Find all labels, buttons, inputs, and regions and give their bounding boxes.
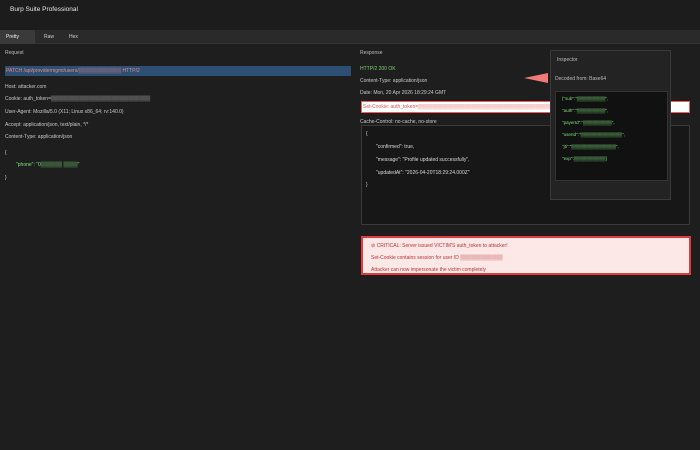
response-body-confirmed[interactable]: "confirmed": true, bbox=[376, 144, 414, 150]
request-body-open: { bbox=[5, 150, 7, 156]
alert-line-critical: ⊘ CRITICAL: Server issued VICTIM'S auth_… bbox=[371, 243, 508, 249]
request-body-close: } bbox=[5, 175, 7, 181]
inspector-line[interactable]: "payerId":"▒▒▒▒▒▒▒▒▒", bbox=[562, 120, 615, 125]
request-body-field[interactable]: "phone": "0▒▒▒▒▒▒ ▒▒▒▒" bbox=[16, 162, 79, 168]
response-date[interactable]: Date: Mon, 20 Apr 2026 18:29:24 GMT bbox=[360, 90, 446, 96]
request-line[interactable]: PATCH /api/providermgmt/users/▒▒▒▒▒▒▒▒▒▒… bbox=[6, 68, 140, 74]
request-user-agent[interactable]: User-Agent: Mozilla/5.0 (X11; Linux x86_… bbox=[5, 109, 124, 115]
window-title: Burp Suite Professional bbox=[10, 6, 78, 13]
inspector-line[interactable]: {"sub":"▒▒▒▒▒▒▒▒▒", bbox=[562, 96, 608, 101]
alert-line-set-cookie: Set-Cookie contains session for user ID … bbox=[371, 255, 503, 261]
response-content-type[interactable]: Content-Type: application/json bbox=[360, 78, 427, 84]
request-body-value: : "0▒▒▒▒▒▒ ▒▒▒▒" bbox=[33, 162, 80, 168]
request-host[interactable]: Host: attacker.com bbox=[5, 84, 46, 90]
request-panel: Request PATCH /api/providermgmt/users/▒▒… bbox=[0, 44, 355, 450]
response-body-updated[interactable]: "updatedAt": "2026-04-20T18:29:24.000Z" bbox=[376, 170, 470, 176]
alert-line-impersonate: Attacker can now impersonate the victim … bbox=[371, 267, 487, 273]
response-header: Response bbox=[360, 50, 383, 56]
view-tabs: Pretty Raw Hex bbox=[0, 30, 700, 44]
inspector-panel: Inspector Decoded from: Base64 {"sub":"▒… bbox=[550, 50, 671, 200]
inspector-title: Inspector bbox=[557, 57, 578, 63]
request-header: Request bbox=[5, 50, 24, 56]
request-accept[interactable]: Accept: application/json, text/plain, */… bbox=[5, 122, 88, 128]
request-cookie[interactable]: Cookie: auth_token=▒▒▒▒▒▒▒▒▒▒▒▒▒▒▒▒▒▒▒▒▒… bbox=[5, 96, 150, 102]
inspector-line[interactable]: "auth":"▒▒▒▒▒▒▒▒▒", bbox=[562, 108, 608, 113]
annotation-arrow-icon bbox=[524, 73, 548, 83]
response-body-close: } bbox=[366, 182, 368, 188]
inspector-decoded-label: Decoded from: Base64 bbox=[555, 76, 607, 82]
response-body-message[interactable]: "message": "Profile updated successfully… bbox=[376, 157, 470, 163]
title-bar: Burp Suite Professional bbox=[0, 0, 700, 30]
request-content-type[interactable]: Content-Type: application/json bbox=[5, 134, 72, 140]
inspector-line[interactable]: "jti":"▒▒▒▒▒▒▒▒▒▒▒▒▒▒", bbox=[562, 144, 619, 149]
inspector-line[interactable]: "exp":▒▒▒▒▒▒▒▒▒▒} bbox=[562, 156, 607, 161]
inspector-line[interactable]: "userId":"▒▒▒▒▒▒▒▒▒▒▒▒▒", bbox=[562, 132, 625, 137]
critical-alert-box: ⊘ CRITICAL: Server issued VICTIM'S auth_… bbox=[361, 236, 691, 275]
tab-hex[interactable]: Hex bbox=[63, 30, 87, 44]
response-status[interactable]: HTTP/2 200 OK bbox=[360, 66, 396, 72]
response-body-open: { bbox=[366, 131, 368, 137]
tab-raw[interactable]: Raw bbox=[38, 30, 62, 44]
inspector-decoded-box: {"sub":"▒▒▒▒▒▒▒▒▒", "auth":"▒▒▒▒▒▒▒▒▒", … bbox=[555, 91, 668, 181]
request-body-key: "phone" bbox=[16, 162, 34, 168]
tab-pretty[interactable]: Pretty bbox=[0, 30, 35, 44]
